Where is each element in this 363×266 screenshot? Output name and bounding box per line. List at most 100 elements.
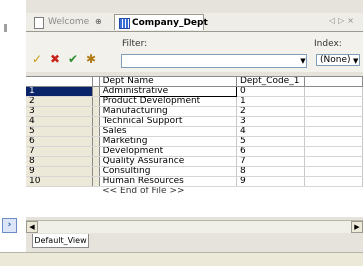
row-number-cell[interactable]: 6 [26, 136, 93, 147]
corner-cell [26, 77, 93, 87]
row-number-cell[interactable]: 5 [26, 126, 93, 137]
expand-panel-icon[interactable]: › [2, 218, 17, 233]
row-indicator-cell[interactable] [92, 156, 100, 167]
dept-code-cell[interactable]: 1 [236, 96, 305, 107]
document-tabs: Welcome ⊕ Company_Dept ◁▷× [26, 13, 363, 32]
table-row[interactable]: 7 Development 6 [26, 146, 363, 157]
page-icon [34, 17, 44, 29]
dept-name-cell[interactable]: Human Resources [99, 176, 237, 187]
column-header-dept-name[interactable]: Dept Name [99, 77, 237, 87]
end-of-file-label: << End of File >> [102, 186, 185, 196]
blank-cell[interactable] [304, 166, 363, 177]
row-indicator-cell[interactable] [92, 116, 100, 127]
row-indicator-cell[interactable] [92, 136, 100, 147]
row-number-cell[interactable]: 1 [26, 86, 93, 97]
status-bar [0, 252, 363, 266]
dept-name-cell[interactable]: Consulting [99, 166, 237, 177]
row-indicator-cell[interactable] [92, 126, 100, 137]
dept-name-cell[interactable]: Administrative [98, 86, 237, 97]
eof-spacer [26, 186, 93, 196]
column-header-blank [304, 77, 363, 87]
table-row[interactable]: 8 Quality Assurance 7 [26, 156, 363, 167]
blank-cell[interactable] [304, 96, 363, 107]
row-number-cell[interactable]: 9 [26, 166, 93, 177]
row-indicator-cell[interactable] [92, 166, 100, 177]
view-tab-default[interactable]: Default_View [32, 234, 89, 248]
row-number-cell[interactable]: 10 [26, 176, 93, 187]
horizontal-scrollbar[interactable]: ◀ ▶ [26, 220, 363, 233]
row-indicator-cell[interactable] [92, 86, 100, 97]
blank-cell[interactable] [304, 126, 363, 137]
eof-row: << End of File >> [26, 186, 363, 197]
dept-code-cell[interactable]: 0 [236, 86, 305, 97]
index-dropdown-icon[interactable]: ▼ [353, 54, 363, 68]
table-row[interactable]: 1 Administrative 0 [26, 86, 363, 97]
dept-code-cell[interactable]: 7 [236, 156, 305, 167]
blank-cell[interactable] [304, 136, 363, 147]
row-indicator-cell[interactable] [92, 176, 100, 187]
dept-name-cell[interactable]: Marketing [99, 136, 237, 147]
filter-dropdown-icon[interactable]: ▼ [298, 54, 308, 68]
row-number-cell[interactable]: 7 [26, 146, 93, 157]
dept-code-cell[interactable]: 6 [236, 146, 305, 157]
row-indicator-cell[interactable] [92, 146, 100, 157]
dept-name-cell[interactable]: Development [99, 146, 237, 157]
tab-company-dept-label: Company_Dept [132, 18, 208, 28]
records-table: Dept Name Dept_Code_1 1 Administrative 0 2 P… [26, 77, 363, 196]
dept-code-cell[interactable]: 9 [236, 176, 305, 187]
app-window: › s Welcome ⊕ Company_Dept ◁▷× Filter: I… [0, 0, 363, 266]
index-label: Index: [314, 39, 342, 49]
row-number-cell[interactable]: 3 [26, 106, 93, 117]
table-row[interactable]: 4 Technical Support 3 [26, 116, 363, 127]
table-row[interactable]: 10 Human Resources 9 [26, 176, 363, 187]
dept-code-cell[interactable]: 8 [236, 166, 305, 177]
toolbar: Filter: Index: ✓ ✖ ✔ ✱ ▼ (None) ▼ [26, 32, 363, 72]
gutter-marker [4, 24, 7, 32]
blank-cell[interactable] [304, 86, 363, 97]
table-row[interactable]: 9 Consulting 8 [26, 166, 363, 177]
table-row[interactable]: 5 Sales 4 [26, 126, 363, 137]
row-indicator-cell[interactable] [92, 106, 100, 117]
dept-name-cell[interactable]: Product Development [99, 96, 237, 107]
filter-label: Filter: [122, 39, 148, 49]
indicator-header [92, 77, 100, 87]
row-indicator-cell[interactable] [92, 96, 100, 107]
scroll-right-icon[interactable]: ▶ [351, 221, 363, 233]
blank-cell[interactable] [304, 156, 363, 167]
dept-name-cell[interactable]: Quality Assurance [99, 156, 237, 167]
tab-welcome[interactable]: Welcome ⊕ [34, 15, 102, 29]
dept-name-cell[interactable]: Manufacturing [99, 106, 237, 117]
header-row: Dept Name Dept_Code_1 [26, 77, 363, 87]
dept-code-cell[interactable]: 2 [236, 106, 305, 117]
tab-navigation[interactable]: ◁▷× [329, 16, 357, 25]
row-number-cell[interactable]: 8 [26, 156, 93, 167]
check-icon[interactable]: ✔ [66, 52, 80, 66]
table-row[interactable]: 6 Marketing 5 [26, 136, 363, 147]
grid-body: 1 Administrative 0 2 Product Development 1 3 Ma… [26, 86, 363, 197]
row-number-cell[interactable]: 4 [26, 116, 93, 127]
data-grid[interactable]: Dept Name Dept_Code_1 1 Administrative 0 2 P… [26, 76, 363, 217]
dept-name-cell[interactable]: Sales [99, 126, 237, 137]
filter-wand-icon[interactable]: ✱ [84, 52, 98, 66]
blank-cell[interactable] [304, 146, 363, 157]
table-row[interactable]: 2 Product Development 1 [26, 96, 363, 107]
blank-cell[interactable] [304, 106, 363, 117]
approve-icon[interactable]: ✓ [30, 52, 44, 66]
scroll-left-icon[interactable]: ◀ [26, 221, 38, 233]
dept-name-cell[interactable]: Technical Support [99, 116, 237, 127]
eof-indicator [92, 187, 99, 197]
dept-code-cell[interactable]: 5 [236, 136, 305, 147]
blank-cell[interactable] [304, 176, 363, 187]
tab-company-dept[interactable]: Company_Dept [114, 14, 208, 30]
filter-input[interactable] [121, 54, 307, 68]
tab-welcome-label: Welcome [48, 17, 90, 27]
delete-icon[interactable]: ✖ [48, 52, 62, 66]
dept-code-cell[interactable]: 4 [236, 126, 305, 137]
column-header-dept-code[interactable]: Dept_Code_1 [236, 77, 305, 87]
grid-icon [119, 18, 130, 29]
blank-cell[interactable] [304, 116, 363, 127]
table-row[interactable]: 3 Manufacturing 2 [26, 106, 363, 117]
row-number-cell[interactable]: 2 [26, 96, 93, 107]
dept-code-cell[interactable]: 3 [236, 116, 305, 127]
pin-icon[interactable]: ⊕ [95, 17, 102, 26]
